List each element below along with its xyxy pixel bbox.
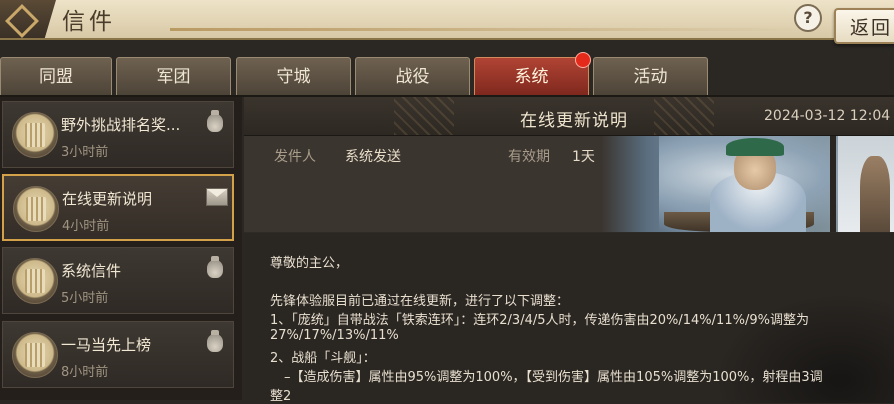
gift-bag-icon bbox=[207, 330, 223, 352]
mail-time: 4小时前 bbox=[62, 219, 110, 234]
tab-events[interactable]: 活动 bbox=[593, 57, 708, 95]
side-character-illustration bbox=[838, 136, 894, 232]
gift-bag-icon bbox=[207, 256, 223, 278]
message-body: 尊敬的主公， 先锋体验服目前已通过在线更新，进行了以下调整： 1、「庞统」自带战… bbox=[244, 233, 894, 404]
tab-campaign[interactable]: 战役 bbox=[355, 57, 470, 95]
sender-label: 发件人 bbox=[274, 149, 316, 165]
message-date: 2024-03-12 12:04 bbox=[764, 108, 891, 124]
body-line: 尊敬的主公， bbox=[270, 256, 349, 271]
mail-time: 5小时前 bbox=[61, 291, 109, 306]
notification-dot bbox=[575, 52, 591, 68]
mail-emblem-icon bbox=[0, 0, 56, 38]
tab-legion[interactable]: 军团 bbox=[116, 57, 231, 95]
scroll-icon bbox=[12, 332, 58, 378]
mail-title: 野外挑战排名奖... bbox=[61, 116, 181, 134]
body-line: 整2 bbox=[270, 389, 292, 404]
mail-list: 野外挑战排名奖... 3小时前 在线更新说明 4小时前 系统信件 5小时前 一马… bbox=[0, 97, 242, 400]
sender-value: 系统发送 bbox=[345, 149, 401, 165]
list-item-selected[interactable]: 在线更新说明 4小时前 bbox=[2, 174, 234, 241]
validity-value: 1天 bbox=[572, 149, 595, 165]
mail-time: 8小时前 bbox=[61, 365, 109, 380]
message-banner bbox=[244, 136, 894, 232]
mail-title: 系统信件 bbox=[61, 262, 122, 280]
banner-divider bbox=[830, 136, 836, 232]
tab-system[interactable]: 系统 bbox=[474, 57, 589, 95]
list-item[interactable]: 一马当先上榜 8小时前 bbox=[2, 321, 234, 388]
mail-time: 3小时前 bbox=[61, 145, 109, 160]
mail-title: 一马当先上榜 bbox=[61, 336, 152, 354]
open-envelope-icon bbox=[206, 188, 228, 206]
message-header: 在线更新说明 2024-03-12 12:04 bbox=[244, 97, 894, 136]
back-button[interactable]: 返回 bbox=[834, 8, 894, 44]
window-title: 信件 bbox=[62, 9, 116, 35]
validity-label: 有效期 bbox=[508, 149, 550, 165]
scroll-icon bbox=[12, 112, 58, 158]
help-button[interactable]: ? bbox=[794, 4, 822, 32]
tab-defense[interactable]: 守城 bbox=[236, 57, 351, 95]
title-divider bbox=[170, 28, 810, 31]
body-line: 先锋体验服目前已通过在线更新，进行了以下调整： bbox=[270, 294, 570, 309]
body-line: 1、「庞统」自带战法「铁索连环」：连环2/3/4/5人时，传递伤害由20%/14… bbox=[270, 313, 809, 328]
list-item[interactable]: 野外挑战排名奖... 3小时前 bbox=[2, 101, 234, 168]
gift-bag-icon bbox=[207, 110, 223, 132]
message-panel: 在线更新说明 2024-03-12 12:04 发件人 系统发送 有效期 1天 … bbox=[244, 97, 894, 404]
body-line: 2、战船「斗舰」： bbox=[270, 351, 376, 366]
title-bar: 信件 ? bbox=[0, 0, 894, 40]
scroll-icon bbox=[13, 186, 59, 232]
body-line: 27%/17%/13%/11% bbox=[270, 328, 399, 343]
body-line: –【造成伤害】属性由95%调整为100%，【受到伤害】属性由105%调整为100… bbox=[284, 370, 823, 385]
character-hat bbox=[726, 138, 784, 156]
mail-title: 在线更新说明 bbox=[62, 190, 153, 208]
category-tabs: 同盟 军团 守城 战役 系统 活动 bbox=[0, 57, 894, 95]
list-item[interactable]: 系统信件 5小时前 bbox=[2, 247, 234, 314]
tab-alliance[interactable]: 同盟 bbox=[0, 57, 112, 95]
scroll-icon bbox=[12, 258, 58, 304]
